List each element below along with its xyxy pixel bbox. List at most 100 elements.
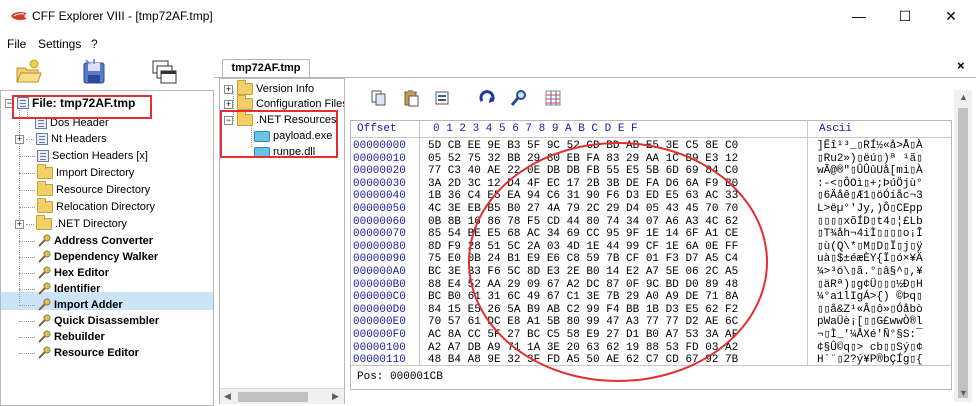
minimize-button[interactable]: — [836,0,882,32]
tree-item-hex-editor[interactable]: Hex Editor [19,265,109,281]
hex-row-ascii[interactable]: wÃ@®"▯ÛÛûUå[mi▯À [817,165,923,177]
hex-row-offset: 00000050 [353,203,406,215]
tree-item-label: Hex Editor [54,267,110,279]
expand-icon[interactable]: + [15,134,24,144]
tool-icon [38,346,51,359]
open-file-icon[interactable] [14,58,42,86]
columns-icon[interactable] [544,89,562,107]
tool-icon [38,314,51,327]
scroll-down-icon[interactable]: ▼ [959,388,968,398]
tool-icon [38,250,51,263]
search-icon[interactable] [510,89,528,107]
insert-icon[interactable] [434,89,452,107]
tree-item-label: Resource Editor [54,347,139,359]
tool-icon [38,298,51,311]
expand-icon[interactable]: + [224,99,233,109]
hex-row-ascii[interactable]: ¼°a1lIgÁ>{) ©Þq▯ [817,291,923,303]
menu-file[interactable]: File [7,37,26,51]
tree-item-nt-headers[interactable]: + Nt Headers [15,131,107,147]
tree-item-label: Dependency Walker [54,251,159,263]
hex-row-offset: 00000010 [353,152,406,165]
tree-item-resource-directory[interactable]: Resource Directory [19,181,151,198]
tree-item-label: Identifier [54,283,101,295]
tree-item-section-headers[interactable]: Section Headers [x] [19,148,148,164]
hex-row-offset: 00000030 [353,177,406,190]
hex-row-offset: 000000F0 [353,329,406,341]
tree-item-label: Address Converter [54,235,154,247]
resource-item-configuration-files[interactable]: + Configuration Files [224,95,345,111]
hex-row-ascii[interactable]: ▯ù(Q\*▯M▯D▯Ï▯j▯ÿ [817,241,923,253]
tree-item-label: Section Headers [x] [52,150,148,162]
tree-item-rebuilder[interactable]: Rebuilder [19,329,105,345]
tree-item-quick-disassembler[interactable]: Quick Disassembler [19,313,159,329]
tree-item-relocation-directory[interactable]: Relocation Directory [19,198,155,215]
save-file-icon[interactable] [80,58,108,86]
scroll-left-icon[interactable]: ◀ [224,391,231,402]
hex-row-ascii[interactable]: L>ëµ°'Jy,)Ô▯CEpp [817,203,923,215]
paste-icon[interactable] [402,89,420,107]
position-value: 000001CB [390,371,443,383]
hex-row-offset: 00000060 [353,215,406,228]
close-window-button[interactable]: ✕ [928,0,974,32]
hex-row-ascii[interactable]: ▯Ru2»)▯ëú▯)ª ¹ã▯ [817,153,923,165]
tab-tmp72af[interactable]: tmp72AF.tmp [222,59,310,77]
tree-item-dependency-walker[interactable]: Dependency Walker [19,249,158,265]
copy-icon[interactable] [370,89,388,107]
hex-vertical-scrollbar[interactable]: ▲ ▼ [954,90,972,402]
hex-row-ascii[interactable]: uà▯$±éæÈY{Ï▯ó×¥Ä [817,253,923,265]
hex-row-offset: 000000E0 [353,316,406,329]
maximize-button[interactable]: ☐ [882,0,928,32]
doc-icon [37,150,49,162]
scroll-right-icon[interactable]: ▶ [332,391,339,402]
tree-item-import-directory[interactable]: Import Directory [19,164,135,181]
close-tab-icon[interactable]: × [957,58,965,73]
file-tree-panel: − File: tmp72AF.tmp Dos Header + Nt Head… [0,90,214,406]
expand-icon[interactable]: + [224,84,233,94]
tree-item-label: Import Directory [56,167,135,179]
hex-row-ascii[interactable]: ]Ëî¹³_▯RÍ½«å>Å▯À [817,140,923,152]
tree-item-resource-editor[interactable]: Resource Editor [19,345,139,361]
menu-help[interactable]: ? [91,37,98,51]
hex-row-ascii[interactable]: ▯6Äåê▯Æ1▯öÓíåc¬3 [817,190,923,202]
hex-row-ascii[interactable]: ▯▯▯▯xõÍD▯t4▯¦£Lb [817,216,923,228]
scroll-up-icon[interactable]: ▲ [959,92,968,102]
hex-row-ascii[interactable]: ¼>³ö\▯ã.°▯â§^▯,¥ [817,266,923,278]
tree-item-label: Quick Disassembler [54,315,160,327]
hex-row-ascii[interactable]: pWaÜè¡[▯▯G£wwÒ®l [817,316,923,328]
hex-row-ascii[interactable]: ▯▯å&Z¹«Â▯ô»▯Óåbò [817,304,923,316]
hex-row-ascii[interactable]: ▯T¾åh¬4iÌ▯▯▯▯o¡Î [817,228,923,240]
tree-item-address-converter[interactable]: Address Converter [19,233,153,249]
resource-label: Configuration Files [256,98,345,110]
hex-row-ascii[interactable]: ▯äRª)▯g¢Ü▯▯▯½Ð▯H [817,279,923,291]
hex-row-offset: 000000C0 [353,291,406,304]
resource-horizontal-scrollbar[interactable]: ◀ ▶ [220,388,344,404]
hex-row-ascii[interactable]: :-<▯ÔOì▯+;ÞúÖjù° [817,178,923,190]
menu-bar: File Settings ? [0,34,976,54]
highlight-ellipse-hex [468,142,768,382]
hex-row-offset: 00000020 [353,165,406,178]
tree-item-import-adder[interactable]: Import Adder [19,297,123,313]
app-logo-icon [11,12,27,20]
folder-icon [36,215,52,230]
scroll-thumb[interactable] [958,108,968,398]
hex-row-offset: 00000000 [353,140,406,152]
scroll-thumb[interactable] [238,392,308,402]
tree-item-net-directory[interactable]: + .NET Directory [15,215,127,232]
expand-icon[interactable]: + [15,219,24,229]
resource-item-version-info[interactable]: + Version Info [224,80,314,96]
title-bar: CFF Explorer VIII - [tmp72AF.tmp] — ☐ ✕ [0,0,976,34]
windows-icon[interactable] [150,58,178,86]
window-title: CFF Explorer VIII - [tmp72AF.tmp] [32,9,213,23]
tree-item-label: Rebuilder [54,331,105,343]
main-toolbar [0,54,212,90]
tree-item-label: Import Adder [54,299,123,311]
goto-icon[interactable] [478,89,496,107]
tree-item-identifier[interactable]: Identifier [19,281,100,297]
hex-row-ascii[interactable]: ¢§Û©q▯> cb▯▯Sý▯¢ [817,342,923,354]
hex-row-ascii[interactable]: ¬▯Ì_'¼ÅXé'Ñ°§S:¯ [817,329,923,341]
tree-item-label: Resource Directory [56,184,151,196]
folder-icon [237,80,253,95]
doc-icon [36,133,48,145]
tree-item-label: Nt Headers [51,133,107,145]
menu-settings[interactable]: Settings [38,37,81,51]
